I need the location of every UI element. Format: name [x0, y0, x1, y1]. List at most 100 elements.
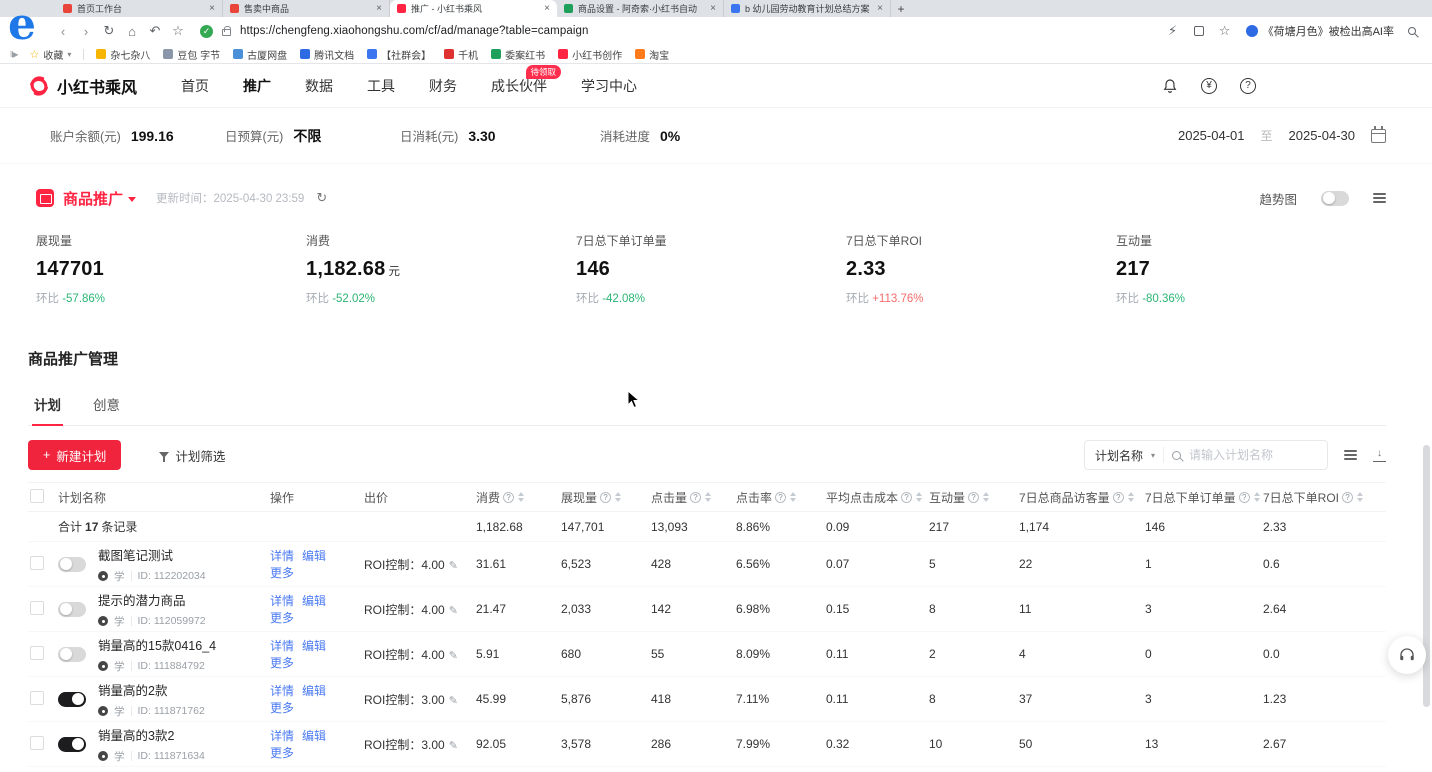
tab-close-icon[interactable]: × — [544, 3, 550, 14]
detail-link[interactable]: 详情 — [270, 684, 294, 698]
lightning-icon[interactable]: ⚡ — [1166, 23, 1180, 39]
help-icon[interactable]: ? — [600, 492, 611, 503]
column-header-consume[interactable]: 消费? — [476, 489, 561, 506]
select-all-checkbox[interactable] — [30, 489, 44, 503]
column-header-name[interactable]: 计划名称 — [58, 489, 270, 506]
vertical-scrollbar[interactable] — [1423, 445, 1430, 707]
browser-tab[interactable]: 商品设置 - 阿奇索·小红书自动× — [557, 0, 724, 17]
row-toggle[interactable] — [58, 602, 86, 617]
home-icon[interactable]: ⌂ — [125, 24, 139, 39]
tab-close-icon[interactable]: × — [209, 3, 215, 14]
bookmark-item[interactable]: 古厦网盘 — [233, 47, 287, 62]
help-icon[interactable]: ? — [1239, 492, 1250, 503]
column-header-bid[interactable]: 出价 — [364, 489, 476, 506]
detail-link[interactable]: 详情 — [270, 594, 294, 608]
row-toggle[interactable] — [58, 647, 86, 662]
edit-bid-icon[interactable]: ✎ — [449, 650, 458, 662]
row-toggle[interactable] — [58, 557, 86, 572]
sort-icon[interactable] — [1254, 492, 1260, 502]
refresh-icon[interactable]: ↻ — [316, 190, 327, 206]
date-start[interactable]: 2025-04-01 — [1178, 128, 1245, 143]
column-header-actions[interactable]: 操作 — [270, 489, 364, 506]
sort-icon[interactable] — [518, 492, 524, 502]
tab-creative[interactable]: 创意 — [91, 385, 122, 425]
row-checkbox[interactable] — [30, 646, 44, 660]
bookmark-item[interactable]: 淘宝 — [635, 47, 669, 62]
browser-tab[interactable]: 首页工作台× — [56, 0, 223, 17]
back-icon[interactable]: ‹ — [56, 24, 70, 39]
help-icon[interactable]: ? — [1342, 492, 1353, 503]
bell-icon[interactable] — [1162, 77, 1178, 95]
sort-icon[interactable] — [1128, 492, 1134, 502]
new-tab-button[interactable]: + — [891, 0, 911, 17]
edit-link[interactable]: 编辑 — [302, 729, 326, 743]
new-plan-button[interactable]: + 新建计划 — [28, 440, 121, 470]
browser-tab[interactable]: 推广 - 小红书乘风× — [390, 0, 557, 17]
url-text[interactable]: https://chengfeng.xiaohongshu.com/cf/ad/… — [240, 25, 588, 37]
tab-close-icon[interactable]: × — [877, 3, 883, 14]
browser-notice[interactable]: 《荷塘月色》被检出高AI率 — [1246, 23, 1394, 39]
row-toggle[interactable] — [58, 692, 86, 707]
nav-item[interactable]: 学习中心 — [581, 76, 637, 96]
help-icon[interactable]: ? — [775, 492, 786, 503]
edit-bid-icon[interactable]: ✎ — [449, 740, 458, 752]
customer-service-button[interactable] — [1388, 636, 1426, 674]
row-checkbox[interactable] — [30, 556, 44, 570]
calendar-icon[interactable] — [1371, 129, 1386, 143]
bookmark-item[interactable]: 千机 — [444, 47, 478, 62]
edit-link[interactable]: 编辑 — [302, 549, 326, 563]
row-checkbox[interactable] — [30, 601, 44, 615]
row-checkbox[interactable] — [30, 736, 44, 750]
browser-app-icon[interactable]: e — [8, 0, 36, 50]
more-link[interactable]: 更多 — [270, 656, 294, 670]
more-link[interactable]: 更多 — [270, 701, 294, 715]
bookmark-item[interactable]: 小红书创作 — [558, 47, 622, 62]
bookmark-item[interactable]: 【社群会】 — [367, 47, 431, 62]
column-settings-icon[interactable] — [1344, 447, 1357, 462]
sort-icon[interactable] — [983, 492, 989, 502]
edit-link[interactable]: 编辑 — [302, 684, 326, 698]
help-icon[interactable]: ? — [1240, 78, 1256, 94]
sort-icon[interactable] — [916, 492, 922, 502]
plan-filter-button[interactable]: 计划筛选 — [159, 446, 225, 465]
trend-chart-toggle[interactable] — [1321, 191, 1349, 206]
nav-item[interactable]: 财务 — [429, 76, 457, 96]
bookmark-item[interactable]: 委案红书 — [491, 47, 545, 62]
favorite-icon[interactable]: ☆ — [171, 23, 185, 39]
bookmark-item[interactable]: 杂七杂八 — [96, 47, 150, 62]
nav-item[interactable]: 首页 — [181, 76, 209, 96]
column-header-roi7d[interactable]: 7日总下单ROI? — [1263, 489, 1363, 506]
bookmark-item[interactable]: 腾讯文档 — [300, 47, 354, 62]
nav-item[interactable]: 工具 — [367, 76, 395, 96]
search-field-selector[interactable]: 计划名称 — [1095, 447, 1143, 464]
plan-search-input[interactable] — [1189, 448, 1317, 462]
sort-icon[interactable] — [615, 492, 621, 502]
date-range-picker[interactable]: 2025-04-01 至 2025-04-30 — [1178, 127, 1386, 144]
edit-bid-icon[interactable]: ✎ — [449, 605, 458, 617]
row-checkbox[interactable] — [30, 691, 44, 705]
balance-icon[interactable]: ¥ — [1201, 78, 1217, 94]
sort-icon[interactable] — [1357, 492, 1363, 502]
nav-item[interactable]: 推广 — [243, 76, 271, 96]
metric-settings-icon[interactable] — [1373, 190, 1386, 205]
column-header-impressions[interactable]: 展现量? — [561, 489, 651, 506]
bookmark-star-icon[interactable]: ☆ — [1218, 23, 1232, 39]
column-header-cpc[interactable]: 平均点击成本? — [826, 489, 929, 506]
column-header-orders7d[interactable]: 7日总下单订单量? — [1145, 489, 1263, 506]
browser-tab[interactable]: b 幼儿园劳动教育计划总结方案× — [724, 0, 891, 17]
row-toggle[interactable] — [58, 737, 86, 752]
undo-icon[interactable]: ↶ — [148, 23, 162, 39]
forward-icon[interactable]: › — [79, 24, 93, 39]
screenshot-icon[interactable] — [1194, 26, 1204, 36]
security-shield-icon[interactable]: ✓ — [200, 25, 213, 38]
sort-icon[interactable] — [705, 492, 711, 502]
column-header-engagement[interactable]: 互动量? — [929, 489, 1019, 506]
bookmark-item[interactable]: 豆包 字节 — [163, 47, 220, 62]
search-icon[interactable] — [1408, 27, 1416, 35]
browser-tab[interactable]: 售卖中商品× — [223, 0, 390, 17]
tab-close-icon[interactable]: × — [710, 3, 716, 14]
help-icon[interactable]: ? — [1113, 492, 1124, 503]
edit-bid-icon[interactable]: ✎ — [449, 560, 458, 572]
promo-title[interactable]: 商品推广 — [63, 188, 123, 209]
more-link[interactable]: 更多 — [270, 566, 294, 580]
